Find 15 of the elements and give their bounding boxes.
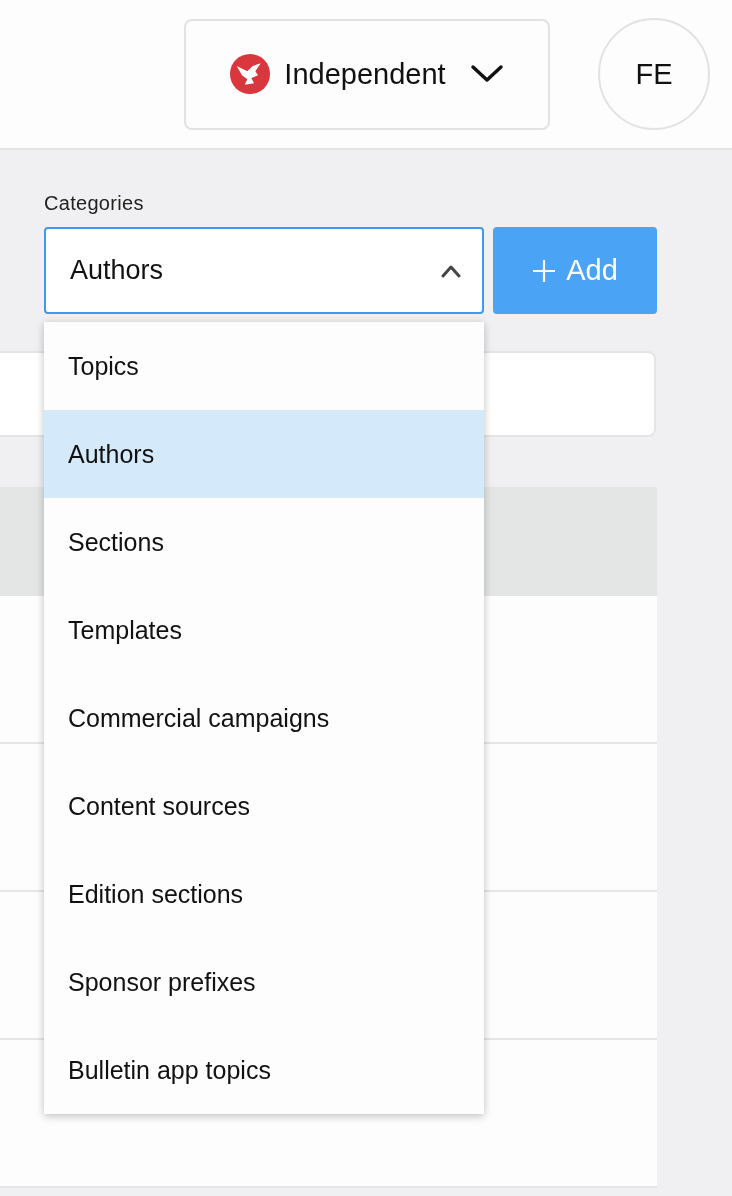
menu-option[interactable]: Edition sections bbox=[44, 850, 484, 938]
caret-icon bbox=[440, 263, 462, 278]
menu-option[interactable]: Templates bbox=[44, 586, 484, 674]
menu-option[interactable]: Authors bbox=[44, 410, 484, 498]
categories-select[interactable]: Authors bbox=[44, 227, 484, 314]
user-avatar[interactable]: FE bbox=[598, 18, 710, 130]
bird-logo-icon bbox=[230, 54, 271, 94]
plus-icon bbox=[532, 258, 557, 283]
menu-option[interactable]: Sections bbox=[44, 498, 484, 586]
field-label: Categories bbox=[44, 192, 145, 215]
menu-option[interactable]: Bulletin app topics bbox=[44, 1026, 484, 1114]
chevron-down-icon bbox=[469, 64, 504, 84]
menu-option[interactable]: Commercial campaigns bbox=[44, 674, 484, 762]
publication-switcher[interactable]: Independent bbox=[184, 18, 550, 130]
menu-option[interactable]: Topics bbox=[44, 322, 484, 410]
